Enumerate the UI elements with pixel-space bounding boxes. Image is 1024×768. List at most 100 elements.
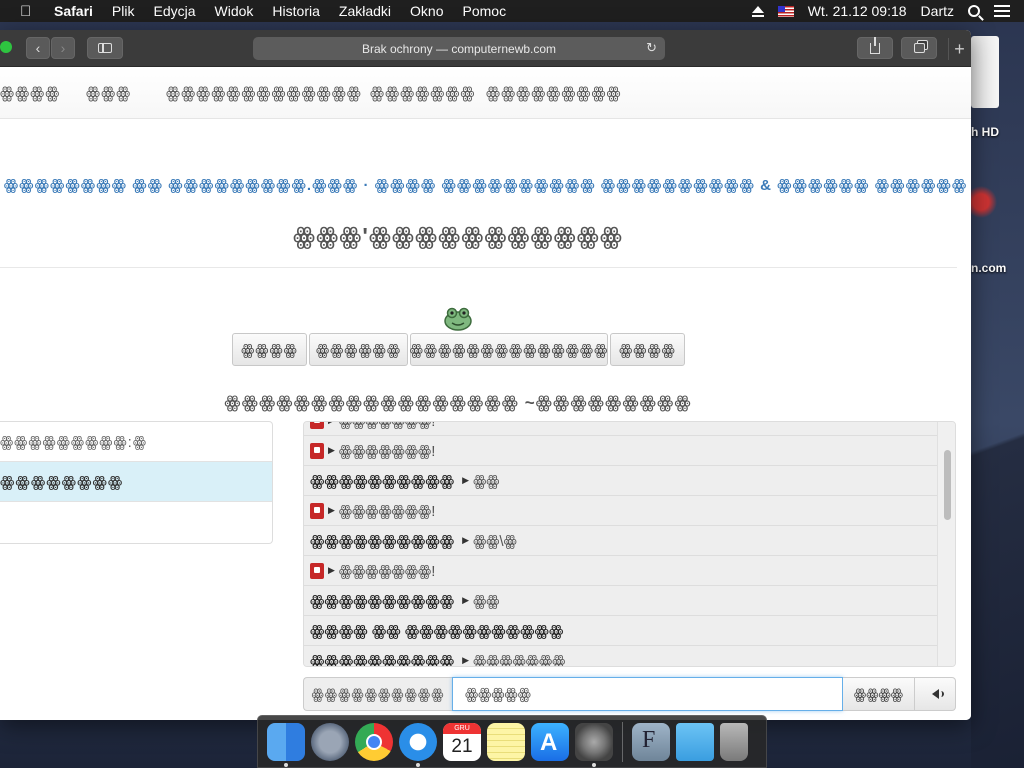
finder-icon[interactable] (267, 722, 305, 767)
reload-icon[interactable]: ↻ (646, 40, 657, 56)
us-flag-input-icon[interactable] (777, 5, 794, 17)
chat-text: ꙮꙮ\ꙮ (473, 532, 517, 550)
chat-log[interactable]: ▶ꙮꙮꙮꙮꙮꙮꙮ! ▶ꙮꙮꙮꙮꙮꙮꙮ! ꙮꙮꙮꙮꙮꙮꙮꙮꙮꙮ▶ꙮꙮ ▶ꙮꙮꙮꙮꙮ… (303, 421, 956, 667)
sidebar-toggle-button[interactable] (87, 37, 123, 59)
username-label[interactable]: ꙮꙮꙮꙮꙮꙮꙮꙮꙮꙮ (303, 677, 452, 711)
chat-text: ꙮꙮꙮꙮꙮꙮꙮ! (338, 562, 436, 580)
web-page: ꙮꙮꙮꙮ ꙮꙮꙮ ꙮꙮꙮꙮꙮꙮꙮꙮꙮꙮꙮꙮꙮ ꙮꙮꙮꙮꙮꙮꙮ ꙮꙮꙮꙮꙮꙮꙮꙮꙮ… (0, 67, 971, 720)
menu-item-okno[interactable]: Okno (410, 3, 443, 19)
chat-text: ꙮꙮꙮꙮꙮꙮꙮ! (338, 502, 436, 520)
chrome-icon[interactable] (355, 722, 393, 761)
arrow-icon: ▶ (462, 655, 470, 665)
page-title: ꙮꙮꙮ'ꙮꙮꙮꙮꙮꙮꙮꙮꙮꙮꙮ (293, 223, 623, 249)
menu-bar:  Safari Plik Edycja Widok Historia Zakł… (0, 0, 1024, 22)
calendar-month: GRU (443, 722, 481, 734)
menu-item-zakladki[interactable]: Zakładki (339, 3, 391, 19)
speaker-icon (931, 689, 944, 699)
desktop-file-label[interactable]: n.com (971, 261, 1006, 275)
chat-message: ꙮꙮꙮꙮꙮꙮꙮꙮꙮꙮ ▶ ꙮꙮ\ꙮ (304, 526, 937, 556)
trash-icon[interactable] (720, 722, 748, 761)
arrow-icon: ▶ (462, 595, 470, 605)
chat-message: ▶ꙮꙮꙮꙮꙮꙮꙮ! (304, 556, 937, 586)
divider (0, 267, 957, 268)
send-button[interactable]: ꙮꙮꙮꙮ (843, 677, 915, 711)
launchpad-icon[interactable] (311, 722, 349, 761)
new-tab-button[interactable]: + (948, 38, 970, 60)
vm-button-3[interactable]: ꙮꙮꙮꙮꙮꙮꙮꙮꙮꙮꙮꙮꙮꙮ (410, 333, 608, 366)
chat-text: ꙮꙮꙮꙮꙮꙮꙮ (473, 652, 566, 667)
chat-text: ꙮꙮ (473, 472, 500, 490)
menubar-clock[interactable]: Wt. 21.12 09:18 (808, 3, 907, 19)
eject-icon[interactable] (751, 5, 764, 17)
nav-item-2[interactable]: ꙮꙮꙮ (86, 83, 131, 103)
app-store-icon[interactable]: A (531, 722, 569, 761)
menu-item-widok[interactable]: Widok (215, 3, 254, 19)
menu-item-edycja[interactable]: Edycja (153, 3, 195, 19)
menubar-user[interactable]: Dartz (921, 3, 954, 19)
dock-separator (622, 721, 623, 762)
apple-menu-icon[interactable]:  (20, 3, 36, 20)
forward-button[interactable]: › (51, 37, 75, 59)
sound-button[interactable] (915, 677, 956, 711)
vm-button-2[interactable]: ꙮꙮꙮꙮꙮꙮ (309, 333, 408, 366)
dock: GRU 21 A F (257, 715, 767, 768)
vm-button-4[interactable]: ꙮꙮꙮꙮ (610, 333, 685, 366)
arrow-icon: ▶ (328, 422, 335, 426)
chat-username[interactable]: ꙮꙮꙮꙮꙮꙮꙮꙮꙮꙮ (310, 472, 454, 490)
notification-center-icon[interactable] (994, 5, 1010, 17)
chat-username[interactable]: ꙮꙮꙮꙮꙮꙮꙮꙮꙮꙮ (310, 652, 454, 667)
desktop-wallpaper (971, 308, 1024, 768)
app-store-glyph: A (540, 728, 558, 756)
menu-app-name[interactable]: Safari (54, 3, 93, 19)
address-bar[interactable]: Brak ochrony — computernewb.com ↻ (253, 37, 665, 60)
nav-item-4[interactable]: ꙮꙮꙮꙮꙮꙮꙮ (370, 83, 475, 103)
arrow-icon: ▶ (328, 505, 335, 515)
address-text: Brak ochrony — computernewb.com (361, 41, 557, 56)
menu-item-pomoc[interactable]: Pomoc (463, 3, 507, 19)
tab-overview-button[interactable] (901, 37, 937, 59)
calendar-icon[interactable]: GRU 21 (443, 722, 481, 761)
running-indicator (592, 762, 596, 767)
server-pin-icon (310, 442, 324, 459)
safari-icon[interactable] (399, 722, 437, 767)
menu-item-historia[interactable]: Historia (272, 3, 319, 19)
nav-item-3[interactable]: ꙮꙮꙮꙮꙮꙮꙮꙮꙮꙮꙮꙮꙮ (166, 83, 362, 103)
header-link-line[interactable]: ꙮꙮꙮꙮꙮꙮꙮꙮ ꙮꙮ ꙮꙮꙮꙮꙮꙮꙮꙮꙮ.ꙮꙮꙮ · ꙮꙮꙮꙮ ꙮꙮꙮꙮꙮꙮꙮ… (0, 176, 971, 194)
list-item[interactable]: ꙮꙮꙮꙮꙮꙮꙮꙮꙮ:ꙮ (0, 422, 272, 462)
safari-window: ‹ › Brak ochrony — computernewb.com ↻ + … (0, 30, 971, 720)
list-item-selected[interactable]: ꙮꙮꙮꙮꙮꙮꙮꙮ (0, 462, 272, 502)
vm-button-group: ꙮꙮꙮꙮ ꙮꙮꙮꙮꙮꙮ ꙮꙮꙮꙮꙮꙮꙮꙮꙮꙮꙮꙮꙮꙮ ꙮꙮꙮꙮ (232, 333, 685, 366)
nav-item-5[interactable]: ꙮꙮꙮꙮꙮꙮꙮꙮꙮ (486, 83, 622, 103)
share-icon (870, 36, 880, 54)
system-preferences-icon[interactable] (575, 722, 613, 767)
server-pin-icon (310, 502, 324, 519)
hard-disk-icon[interactable] (971, 36, 999, 108)
frog-mascot-icon (444, 307, 472, 331)
chat-text: ꙮꙮꙮꙮꙮꙮꙮ! (338, 421, 436, 430)
chat-username[interactable]: ꙮꙮꙮꙮꙮꙮꙮꙮꙮꙮ (310, 592, 454, 610)
downloads-folder-icon[interactable] (676, 722, 714, 761)
vm-button-1[interactable]: ꙮꙮꙮꙮ (232, 333, 307, 366)
tabs-icon (913, 43, 925, 53)
font-document-icon[interactable]: F (632, 722, 670, 761)
chat-scrollbar[interactable] (937, 422, 955, 666)
arrow-icon: ▶ (328, 565, 335, 575)
back-button[interactable]: ‹ (26, 37, 50, 59)
chat-text: ꙮꙮ (473, 592, 500, 610)
user-list-panel: ꙮꙮꙮꙮꙮꙮꙮꙮꙮ:ꙮ ꙮꙮꙮꙮꙮꙮꙮꙮ (0, 421, 273, 544)
chat-username[interactable]: ꙮꙮꙮꙮꙮꙮꙮꙮꙮꙮ (310, 532, 454, 550)
notes-icon[interactable] (487, 722, 525, 761)
scroll-thumb[interactable] (944, 450, 951, 520)
menu-item-plik[interactable]: Plik (112, 3, 135, 19)
zoom-window-button[interactable] (0, 41, 12, 53)
spotlight-search-icon[interactable] (968, 5, 980, 17)
hard-disk-label[interactable]: h HD (971, 125, 999, 139)
chat-input[interactable] (452, 677, 843, 711)
chat-message: ꙮꙮꙮꙮꙮꙮꙮꙮꙮꙮ ▶ ꙮꙮ (304, 586, 937, 616)
chat-message: ꙮꙮꙮꙮꙮꙮꙮꙮꙮꙮ ▶ ꙮꙮꙮꙮꙮꙮꙮ (304, 646, 937, 667)
share-button[interactable] (857, 36, 893, 59)
desktop-file-icon[interactable] (971, 172, 1001, 232)
arrow-icon: ▶ (328, 445, 335, 455)
nav-item-brand[interactable]: ꙮꙮꙮꙮ (0, 83, 60, 103)
chat-message: ꙮꙮꙮꙮ ꙮꙮ ꙮꙮꙮꙮꙮꙮꙮꙮꙮꙮꙮ (304, 616, 937, 646)
